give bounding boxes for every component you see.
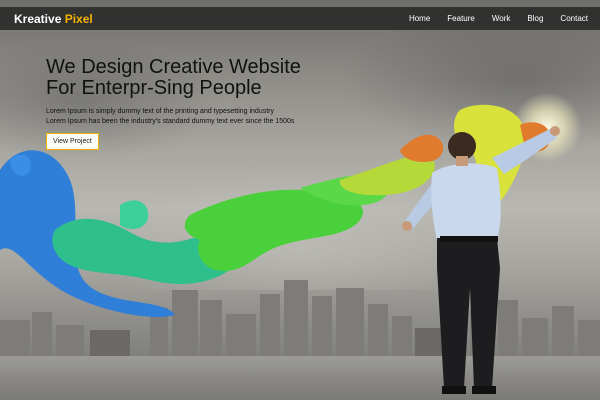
nav-link-contact[interactable]: Contact: [560, 14, 588, 23]
hero-title-line-1: We Design Creative Website: [46, 56, 301, 78]
view-project-button[interactable]: View Project: [46, 133, 99, 150]
hero-page: Kreative Pixel Home Feature Work Blog Co…: [0, 0, 600, 400]
hero-content: We Design Creative Website For Enterpr-S…: [46, 57, 301, 150]
man-figure: [402, 126, 560, 394]
nav-menu: Home Feature Work Blog Contact: [392, 14, 588, 23]
hero-title-line-2: For Enterpr-Sing People: [46, 77, 262, 99]
top-navbar: Kreative Pixel Home Feature Work Blog Co…: [0, 7, 600, 30]
hero-description: Lorem Ipsum is simply dummy text of the …: [46, 107, 301, 127]
nav-link-work[interactable]: Work: [492, 14, 511, 23]
brand-name-accent: Pixel: [64, 11, 93, 26]
brand-name: Kreative: [14, 11, 62, 26]
hero-title: We Design Creative Website For Enterpr-S…: [46, 57, 301, 99]
nav-link-blog[interactable]: Blog: [527, 14, 543, 23]
hero-text-line-1: Lorem Ipsum is simply dummy text of the …: [46, 108, 274, 115]
hero-text-line-2: Lorem Ipsum has been the industry's stan…: [46, 118, 295, 125]
nav-link-home[interactable]: Home: [409, 14, 430, 23]
nav-link-feature[interactable]: Feature: [447, 14, 475, 23]
brand-logo[interactable]: Kreative Pixel: [14, 12, 93, 26]
